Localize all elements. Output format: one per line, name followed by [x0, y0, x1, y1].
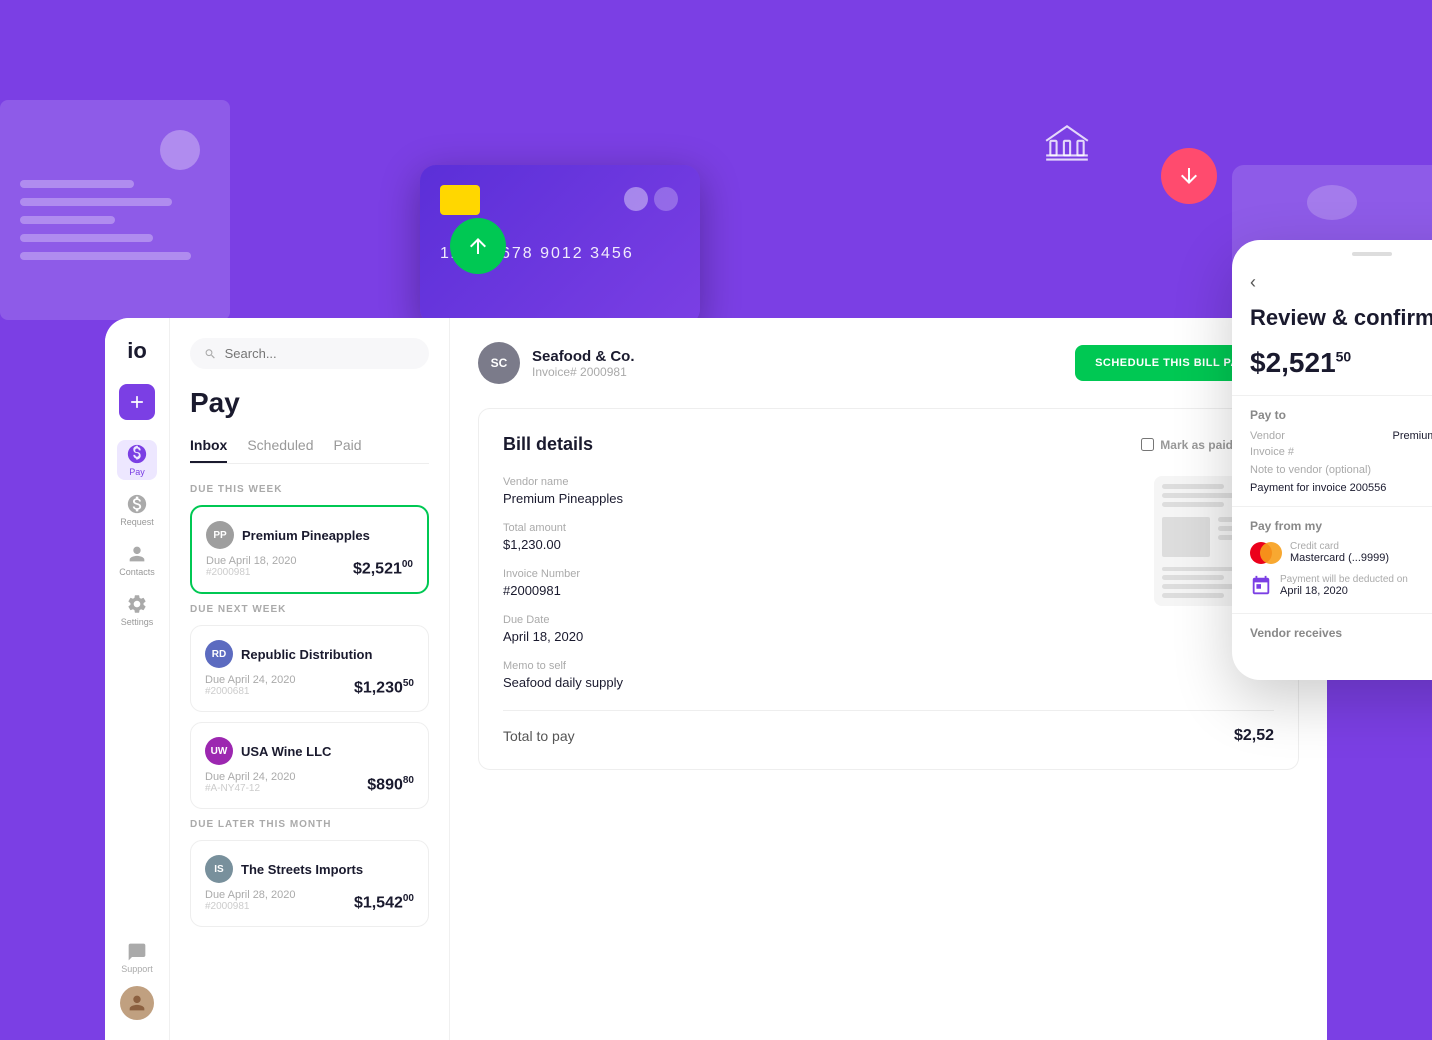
upload-arrow-icon — [450, 218, 506, 274]
review-note-row: Note to vendor (optional) Payment for in… — [1250, 464, 1432, 494]
main-container: io Pay Request Contacts Settings — [105, 318, 1327, 1040]
sidebar-pay-label: Pay — [129, 467, 145, 477]
vendor-info: SC Seafood & Co. Invoice# 2000981 — [478, 342, 635, 384]
tab-paid[interactable]: Paid — [334, 437, 362, 463]
add-button[interactable] — [119, 384, 155, 420]
review-confirm-panel: ‹ ✕ Review & confirm $2,52150 Pay to Ven… — [1232, 240, 1432, 680]
user-avatar[interactable] — [120, 986, 154, 1020]
bill-name-3: USA Wine LLC — [241, 744, 331, 759]
back-button[interactable]: ‹ — [1250, 272, 1256, 293]
bill-amount-4: $1,54200 — [354, 893, 414, 912]
bill-detail-header: SC Seafood & Co. Invoice# 2000981 SCHEDU… — [478, 342, 1299, 384]
bill-detail: SC Seafood & Co. Invoice# 2000981 SCHEDU… — [450, 318, 1327, 1040]
bill-name-2: Republic Distribution — [241, 647, 372, 662]
sidebar-contacts-label: Contacts — [119, 567, 155, 577]
card-chip — [440, 185, 480, 215]
bill-avatar-1: PP — [206, 521, 234, 549]
bill-invoice-4: #2000981 — [205, 901, 296, 912]
bg-doc-left — [0, 100, 230, 320]
sidebar-request-label: Request — [120, 517, 154, 527]
search-input[interactable] — [225, 346, 415, 361]
bill-due-1: Due April 18, 2020 — [206, 555, 297, 567]
mastercard-icon — [1250, 542, 1282, 564]
bill-details-card: Bill details Mark as paid ••• Vendor nam… — [478, 408, 1299, 770]
sidebar-item-settings[interactable]: Settings — [117, 590, 157, 630]
bill-avatar-2: RD — [205, 640, 233, 668]
deduction-date: April 18, 2020 — [1280, 585, 1408, 597]
detail-invoice-number: Invoice Number #2000981 — [503, 568, 1134, 598]
review-invoice-row: Invoice # 200556 — [1250, 446, 1432, 458]
section-due-next-week: DUE NEXT WEEK — [190, 604, 429, 615]
bill-list: Pay Inbox Scheduled Paid DUE THIS WEEK P… — [170, 318, 450, 1040]
bill-name-4: The Streets Imports — [241, 862, 363, 877]
bill-due-3: Due April 24, 2020 — [205, 771, 296, 783]
sidebar-item-contacts[interactable]: Contacts — [117, 540, 157, 580]
bill-amount-3: $89080 — [367, 775, 414, 794]
tab-inbox[interactable]: Inbox — [190, 437, 227, 463]
deduction-label: Payment will be deducted on — [1280, 574, 1408, 585]
pay-method-credit-card: Credit card Mastercard (...9999) Edit — [1250, 541, 1432, 564]
pay-deduction-row: Payment will be deducted on April 18, 20… — [1250, 574, 1432, 597]
bill-details-title: Bill details Mark as paid ••• — [503, 433, 1274, 456]
review-vendor-row: Vendor Premium Pineapples — [1250, 430, 1432, 442]
vendor-avatar: SC — [478, 342, 520, 384]
support-label: Support — [121, 964, 153, 974]
bill-avatar-3: UW — [205, 737, 233, 765]
bill-invoice-1: #2000981 — [206, 567, 297, 578]
bill-item-1[interactable]: PP Premium Pineapples Due April 18, 2020… — [190, 505, 429, 594]
sidebar-bottom: Support — [120, 942, 154, 1020]
detail-memo: Memo to self Seafood daily supply — [503, 660, 1134, 690]
sidebar-support[interactable]: Support — [121, 942, 153, 974]
detail-due-date: Due Date April 18, 2020 — [503, 614, 1134, 644]
calendar-icon — [1250, 575, 1272, 597]
bill-amount-2: $1,23050 — [354, 678, 414, 697]
credit-card-value: Mastercard (...9999) — [1290, 552, 1389, 564]
sidebar-item-pay[interactable]: Pay — [117, 440, 157, 480]
sidebar-item-request[interactable]: Request — [117, 490, 157, 530]
download-arrow-icon — [1161, 148, 1217, 204]
tab-scheduled[interactable]: Scheduled — [247, 437, 313, 463]
page-title: Pay — [190, 387, 429, 419]
section-due-this-week: DUE THIS WEEK — [190, 484, 429, 495]
search-box[interactable] — [190, 338, 429, 369]
section-due-later: DUE LATER THIS MONTH — [190, 819, 429, 830]
review-amount: $2,52150 — [1232, 339, 1432, 395]
panel-handle — [1352, 252, 1392, 256]
review-title: Review & confirm — [1232, 305, 1432, 339]
bill-item-4[interactable]: IS The Streets Imports Due April 28, 202… — [190, 840, 429, 927]
tabs: Inbox Scheduled Paid — [190, 437, 429, 464]
vendor-invoice-number: Invoice# 2000981 — [532, 365, 635, 379]
mark-paid-checkbox[interactable] — [1141, 438, 1154, 451]
review-pay-from-section: Pay from my Credit card Mastercard (...9… — [1232, 506, 1432, 613]
review-vendor-receives-section: Vendor receives — [1232, 613, 1432, 660]
bill-amount-1: $2,52100 — [353, 559, 413, 578]
vendor-name: Seafood & Co. — [532, 348, 635, 365]
review-panel-header: ‹ ✕ — [1232, 264, 1432, 305]
sidebar-settings-label: Settings — [121, 617, 154, 627]
detail-vendor-name: Vendor name Premium Pineapples — [503, 476, 1134, 506]
sidebar: io Pay Request Contacts Settings — [105, 318, 170, 1040]
bank-icon — [1042, 120, 1092, 180]
bill-due-2: Due April 24, 2020 — [205, 674, 296, 686]
bill-name-1: Premium Pineapples — [242, 528, 370, 543]
bill-item-2[interactable]: RD Republic Distribution Due April 24, 2… — [190, 625, 429, 712]
logo: io — [127, 338, 147, 364]
mark-paid[interactable]: Mark as paid — [1141, 438, 1233, 452]
bill-invoice-3: #A-NY47-12 — [205, 783, 296, 794]
bill-item-3[interactable]: UW USA Wine LLC Due April 24, 2020 #A-NY… — [190, 722, 429, 809]
bill-invoice-2: #2000681 — [205, 686, 296, 697]
bill-due-4: Due April 28, 2020 — [205, 889, 296, 901]
detail-total-amount: Total amount $1,230.00 — [503, 522, 1134, 552]
review-pay-to-section: Pay to Vendor Premium Pineapples Invoice… — [1232, 395, 1432, 506]
bill-avatar-4: IS — [205, 855, 233, 883]
credit-card-type-label: Credit card — [1290, 541, 1389, 552]
search-icon — [204, 347, 217, 361]
total-row: Total to pay $2,52 — [503, 710, 1274, 745]
